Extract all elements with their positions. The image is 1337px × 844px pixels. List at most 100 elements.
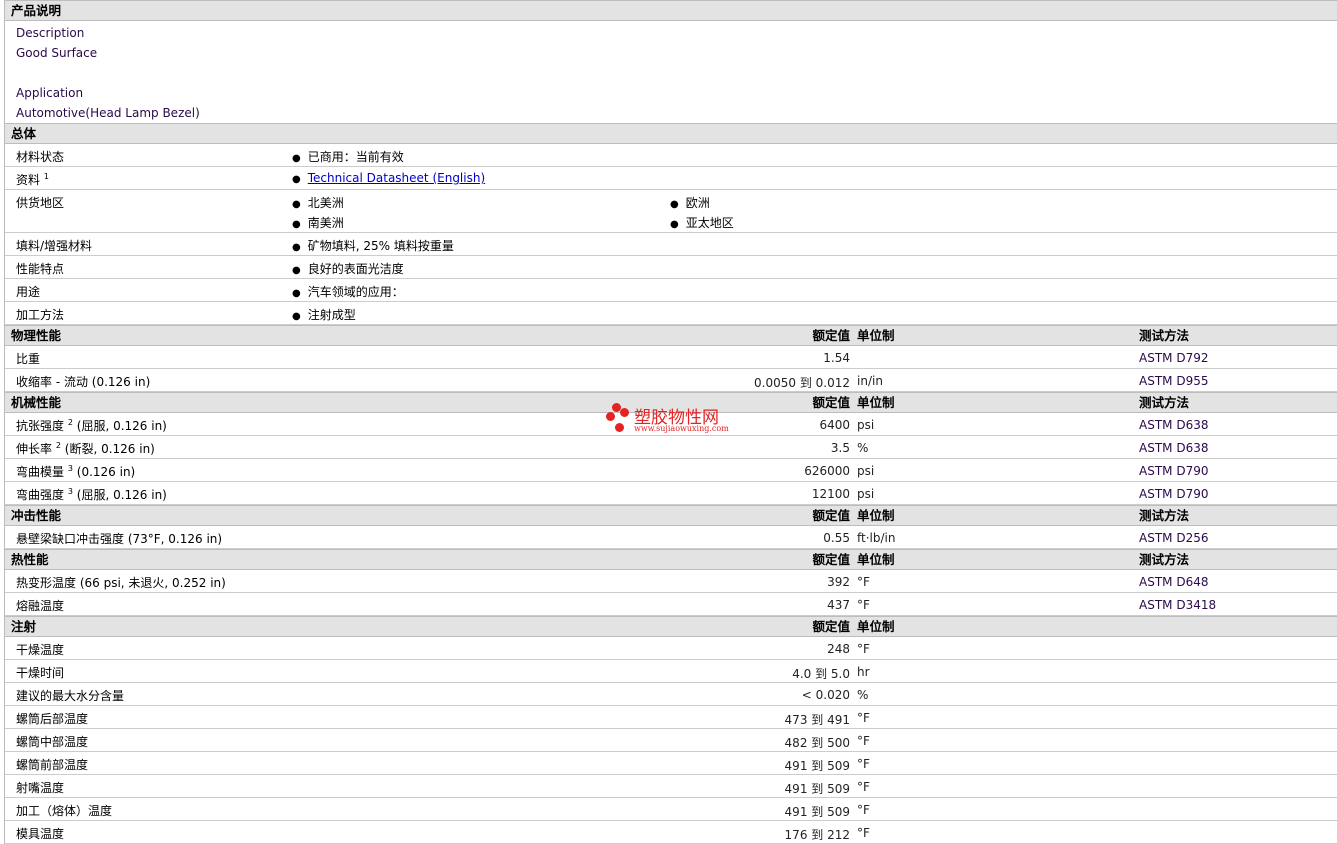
property-value: 491 到 509	[784, 805, 850, 819]
property-value: 176 到 212	[784, 828, 850, 842]
property-name: 抗张强度	[16, 419, 65, 433]
bullet-item: 汽车领域的应用：	[292, 283, 404, 300]
property-condition: (屈服, 0.126 in)	[76, 419, 167, 433]
property-unit: °F	[857, 575, 870, 589]
column-value-header: 额定值	[812, 508, 850, 523]
property-label: 熔融温度	[16, 597, 64, 614]
test-method: ASTM D955	[1139, 374, 1209, 388]
bullet-item: 矿物填料, 25% 填料按重量	[292, 237, 454, 254]
datasheet-link[interactable]: Technical Datasheet (English)	[308, 171, 485, 185]
property-unit: °F	[857, 780, 870, 794]
column-method-header: 测试方法	[1139, 552, 1190, 567]
property-label: 收缩率 - 流动 (0.126 in)	[16, 373, 150, 390]
column-value-header: 额定值	[812, 552, 850, 567]
section-title: 产品说明	[11, 3, 62, 18]
property-row: 加工（熔体）温度 491 到 509 °F	[5, 798, 1337, 821]
property-name: 螺筒后部温度	[16, 712, 89, 726]
footnote-marker: 3	[67, 464, 73, 473]
section-title: 总体	[11, 126, 37, 141]
property-label: 螺筒前部温度	[16, 756, 88, 773]
property-label: 干燥时间	[16, 664, 64, 681]
column-method-header: 测试方法	[1139, 395, 1190, 410]
property-name: 干燥温度	[16, 643, 65, 657]
property-label: 抗张强度 2 (屈服, 0.126 in)	[16, 417, 167, 434]
property-label: 热变形温度 (66 psi, 未退火, 0.252 in)	[16, 574, 226, 591]
section-title: 冲击性能	[11, 508, 62, 523]
property-value: 626000	[804, 464, 850, 478]
property-label: 伸长率 2 (断裂, 0.126 in)	[16, 440, 155, 457]
bullet-item: 亚太地区	[670, 214, 734, 231]
section-header: 热性能 额定值 单位制 测试方法	[5, 549, 1337, 570]
property-row: 伸长率 2 (断裂, 0.126 in) 3.5% ASTM D638	[5, 436, 1337, 459]
footnote-marker: 1	[43, 172, 49, 181]
property-label: 射嘴温度	[16, 779, 64, 796]
property-row: 射嘴温度 491 到 509 °F	[5, 775, 1337, 798]
column-unit-header: 单位制	[857, 508, 895, 523]
property-label: 弯曲强度 3 (屈服, 0.126 in)	[16, 486, 167, 503]
bullet-item: 北美洲	[292, 194, 344, 211]
test-method: ASTM D638	[1139, 441, 1209, 455]
column-unit-header: 单位制	[857, 619, 895, 634]
property-label: 悬壁梁缺口冲击强度 (73°F, 0.126 in)	[16, 530, 222, 547]
property-label: 加工（熔体）温度	[16, 802, 112, 819]
section-title: 热性能	[11, 552, 49, 567]
property-name: 悬壁梁缺口冲击强度 (73°F, 0.126 in)	[16, 532, 223, 546]
general-row: 性能特点 良好的表面光洁度	[5, 256, 1337, 279]
label-text: 加工方法	[16, 308, 65, 322]
property-unit: °F	[857, 642, 870, 656]
general-row: 供货地区 北美洲 欧洲南美洲 亚太地区	[5, 190, 1337, 233]
section-header: 总体	[5, 123, 1337, 144]
property-name: 射嘴温度	[16, 781, 65, 795]
section-header: 注射 额定值 单位制	[5, 616, 1337, 637]
row-label: 材料状态	[16, 148, 64, 165]
property-label: 螺筒中部温度	[16, 733, 88, 750]
property-value: 491 到 509	[784, 759, 850, 773]
property-name: 建议的最大水分含量	[16, 689, 125, 703]
general-row: 资料 1 Technical Datasheet (English)	[5, 167, 1337, 190]
row-label: 填料/增强材料	[16, 237, 92, 254]
property-value: 248	[827, 642, 850, 656]
row-label: 资料 1	[16, 171, 49, 188]
test-method: ASTM D3418	[1139, 598, 1217, 612]
property-label: 干燥温度	[16, 641, 64, 658]
section-title: 物理性能	[11, 328, 62, 343]
test-method: ASTM D792	[1139, 351, 1209, 365]
property-unit: °F	[857, 803, 870, 817]
description-block: Description Good Surface Application Automo…	[5, 21, 1337, 123]
column-unit-header: 单位制	[857, 328, 895, 343]
property-label: 建议的最大水分含量	[16, 687, 124, 704]
property-row: 热变形温度 (66 psi, 未退火, 0.252 in) 392 °F ASTM D…	[5, 570, 1337, 593]
property-name: 收缩率 - 流动 (0.126 in)	[16, 375, 151, 389]
property-name: 弯曲强度	[16, 488, 65, 502]
test-method: ASTM D256	[1139, 531, 1209, 545]
description-line: Good Surface	[16, 46, 98, 60]
column-unit-header: 单位制	[857, 552, 895, 567]
property-row: 熔融温度 437 °F ASTM D3418	[5, 593, 1337, 616]
property-label: 弯曲模量 3 (0.126 in)	[16, 463, 135, 480]
column-value-header: 额定值	[812, 395, 850, 410]
section-header: 物理性能 额定值 单位制 测试方法	[5, 325, 1337, 346]
bullet-item: Technical Datasheet (English)	[292, 171, 485, 185]
property-condition: (屈服, 0.126 in)	[76, 488, 167, 502]
property-row: 螺筒后部温度 473 到 491 °F	[5, 706, 1337, 729]
bullet-item: 良好的表面光洁度	[292, 260, 404, 277]
row-label: 用途	[16, 283, 40, 300]
column-unit-header: 单位制	[857, 395, 895, 410]
label-text: 填料/增强材料	[16, 239, 93, 253]
footnote-marker: 2	[67, 418, 73, 427]
property-value: 473 到 491	[784, 713, 850, 727]
property-value: 0.55	[823, 531, 850, 545]
footnote-marker: 3	[67, 487, 73, 496]
general-row: 材料状态 已商用：当前有效	[5, 144, 1337, 167]
property-unit: °F	[857, 711, 870, 725]
column-method-header: 测试方法	[1139, 508, 1190, 523]
property-name: 模具温度	[16, 827, 65, 841]
property-condition: (0.126 in)	[76, 465, 136, 479]
property-row: 螺筒中部温度 482 到 500 °F	[5, 729, 1337, 752]
property-unit: %	[857, 441, 869, 455]
row-label: 加工方法	[16, 306, 64, 323]
property-unit: ft·lb/in	[857, 531, 896, 545]
property-name: 比重	[16, 352, 41, 366]
property-row: 弯曲强度 3 (屈服, 0.126 in) 12100 psi ASTM D790	[5, 482, 1337, 505]
general-row: 加工方法 注射成型	[5, 302, 1337, 325]
